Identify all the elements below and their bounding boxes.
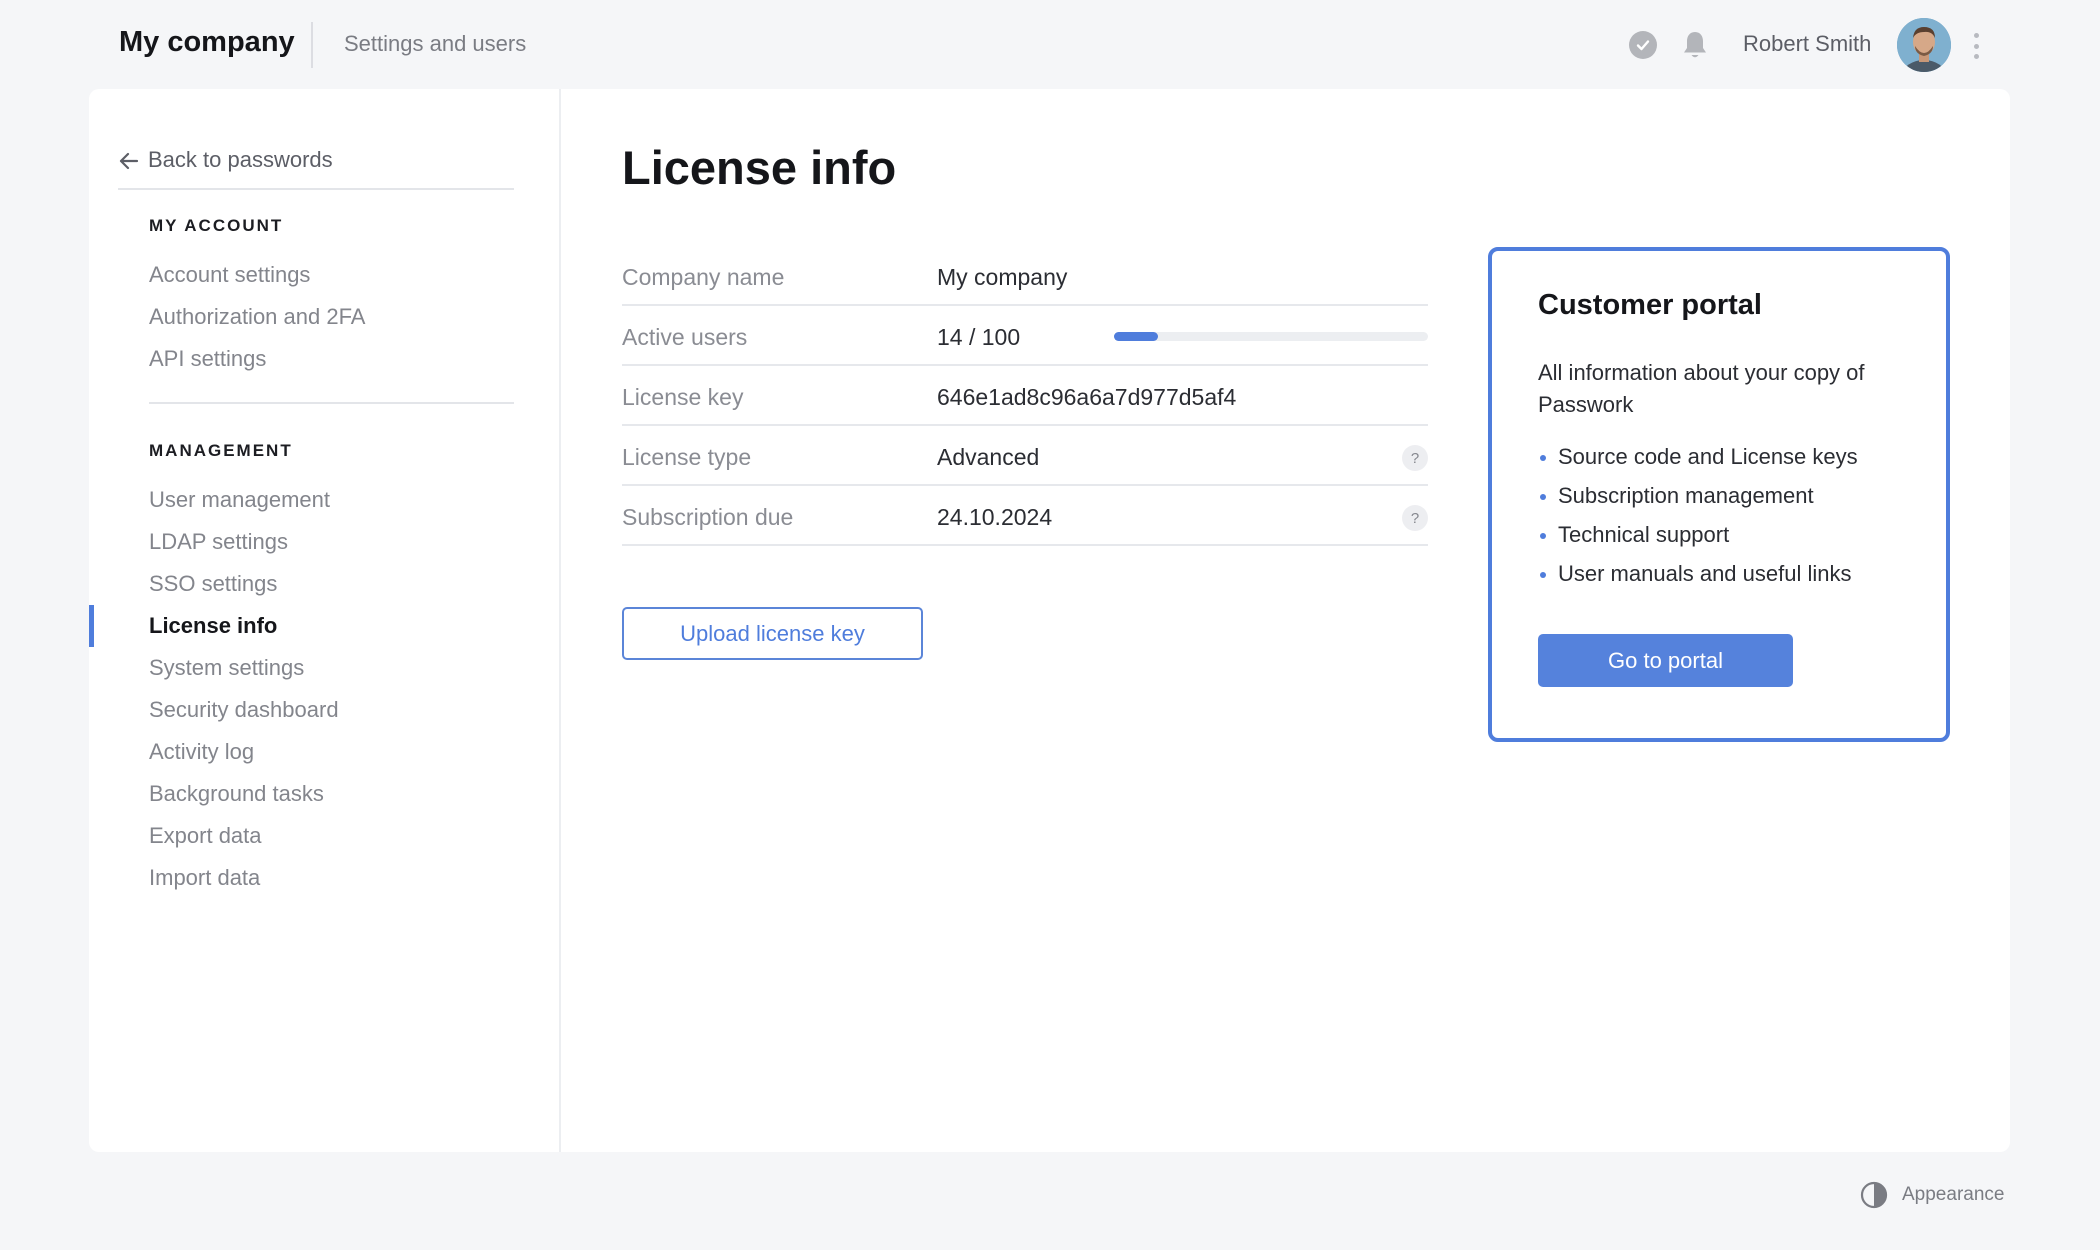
table-row: License type Advanced ? xyxy=(622,426,1428,486)
main-card: Back to passwords MY ACCOUNT Account set… xyxy=(89,89,2010,1152)
top-bar: My company Settings and users Robert Smi… xyxy=(0,0,2100,90)
sidebar: Back to passwords MY ACCOUNT Account set… xyxy=(89,89,561,1152)
company-name-value: My company xyxy=(937,264,1068,290)
avatar[interactable] xyxy=(1897,18,1951,72)
bullet-icon xyxy=(1540,455,1546,461)
appearance-toggle[interactable]: Appearance xyxy=(1860,1181,2004,1209)
help-icon[interactable]: ? xyxy=(1402,505,1428,531)
subscription-due-value: 24.10.2024 xyxy=(937,504,1053,530)
portal-title: Customer portal xyxy=(1538,289,1762,321)
user-name[interactable]: Robert Smith xyxy=(1743,31,1871,57)
sidebar-item-license-info[interactable]: License info xyxy=(149,613,277,639)
list-item: Technical support xyxy=(1538,519,1858,558)
bell-icon[interactable] xyxy=(1680,29,1710,61)
portal-description: All information about your copy of Passw… xyxy=(1538,360,1865,417)
help-icon[interactable]: ? xyxy=(1402,445,1428,471)
bullet-icon xyxy=(1540,533,1546,539)
page-title: License info xyxy=(622,141,897,194)
check-circle-icon[interactable] xyxy=(1629,31,1657,59)
list-item: Source code and License keys xyxy=(1538,441,1858,480)
active-indicator xyxy=(89,605,94,647)
appearance-label: Appearance xyxy=(1902,1184,2005,1205)
arrow-left-icon xyxy=(119,152,139,170)
header-subtitle: Settings and users xyxy=(344,31,527,56)
portal-feature-list: Source code and License keys Subscriptio… xyxy=(1538,441,1858,597)
sidebar-item-import-data[interactable]: Import data xyxy=(149,865,260,891)
row-label: License key xyxy=(622,384,744,410)
progress-fill xyxy=(1114,332,1158,341)
row-label: Company name xyxy=(622,264,785,290)
bullet-icon xyxy=(1540,494,1546,500)
list-item: User manuals and useful links xyxy=(1538,558,1858,597)
customer-portal-box: Customer portal All information about yo… xyxy=(1488,247,1950,742)
sidebar-item-system-settings[interactable]: System settings xyxy=(149,655,304,681)
row-label: Subscription due xyxy=(622,504,794,530)
active-users-progress xyxy=(1114,332,1428,341)
table-row: Subscription due 24.10.2024 ? xyxy=(622,486,1428,546)
table-row: Active users 14 / 100 xyxy=(622,306,1428,366)
list-item: Subscription management xyxy=(1538,480,1858,519)
license-key-value[interactable]: 646e1ad8c96a6a7d977d5af4 xyxy=(937,384,1236,411)
sidebar-item-ldap-settings[interactable]: LDAP settings xyxy=(149,529,288,555)
feature-label: Subscription management xyxy=(1558,483,1814,508)
row-label: License type xyxy=(622,444,752,470)
feature-label: Source code and License keys xyxy=(1558,444,1858,469)
sidebar-item-sso-settings[interactable]: SSO settings xyxy=(149,571,277,597)
contrast-icon xyxy=(1860,1181,1888,1209)
bullet-icon xyxy=(1540,572,1546,578)
license-type-value: Advanced xyxy=(937,444,1040,470)
sidebar-item-export-data[interactable]: Export data xyxy=(149,823,262,849)
license-info-table: Company name My company Active users 14 … xyxy=(622,246,1428,546)
sidebar-item-activity-log[interactable]: Activity log xyxy=(149,739,254,765)
header-divider xyxy=(311,22,313,68)
sidebar-item-authorization[interactable]: Authorization and 2FA xyxy=(149,304,365,330)
go-to-portal-button[interactable]: Go to portal xyxy=(1538,634,1793,687)
row-label: Active users xyxy=(622,324,748,350)
section-title-my-account: MY ACCOUNT xyxy=(149,216,284,235)
sidebar-item-background-tasks[interactable]: Background tasks xyxy=(149,781,324,807)
more-vertical-icon[interactable] xyxy=(1966,30,1986,62)
sidebar-item-user-management[interactable]: User management xyxy=(149,487,330,513)
back-to-passwords-link[interactable]: Back to passwords xyxy=(118,147,514,190)
sidebar-item-account-settings[interactable]: Account settings xyxy=(149,262,310,288)
sidebar-item-security-dashboard[interactable]: Security dashboard xyxy=(149,697,339,723)
feature-label: User manuals and useful links xyxy=(1558,561,1852,586)
section-title-management: MANAGEMENT xyxy=(149,441,293,460)
upload-license-key-button[interactable]: Upload license key xyxy=(622,607,923,660)
table-row: License key 646e1ad8c96a6a7d977d5af4 xyxy=(622,366,1428,426)
company-name[interactable]: My company xyxy=(119,26,295,59)
sidebar-item-api-settings[interactable]: API settings xyxy=(149,346,266,372)
table-row: Company name My company xyxy=(622,246,1428,306)
feature-label: Technical support xyxy=(1558,522,1730,547)
back-link-label: Back to passwords xyxy=(148,147,333,172)
sidebar-divider xyxy=(149,402,514,404)
active-users-value: 14 / 100 xyxy=(937,324,1021,350)
